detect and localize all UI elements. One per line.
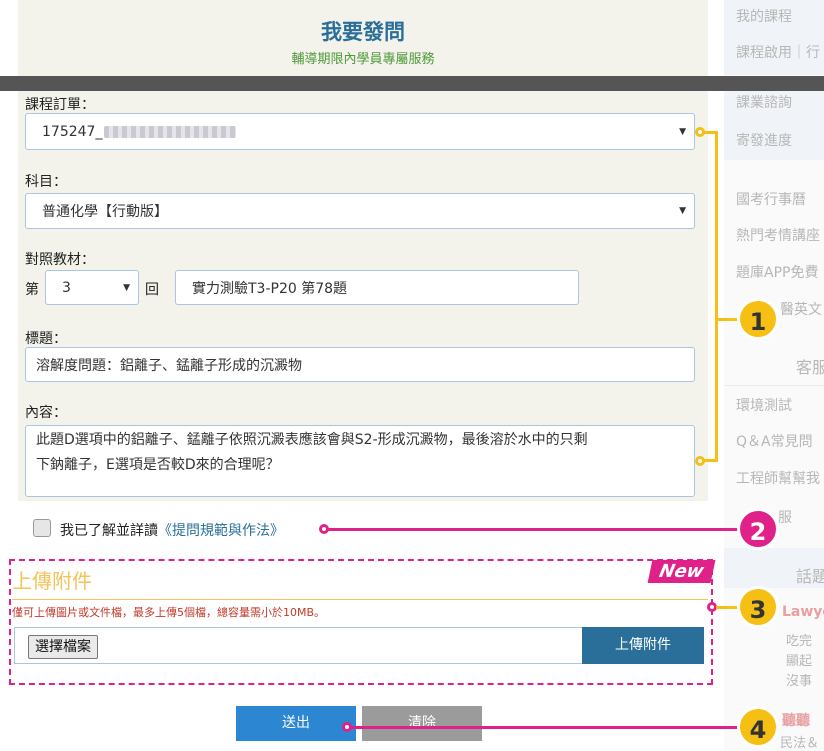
agree-text: 我已了解並詳讀 — [60, 523, 158, 539]
side-heading-service: 客服 — [796, 358, 824, 377]
callout-number-4: 4 — [737, 706, 779, 748]
callout-dot-1b — [695, 456, 705, 466]
divider-bar — [0, 76, 824, 91]
reference-input[interactable]: 實力測驗T3-P20 第78題 — [175, 270, 579, 305]
order-redacted — [104, 125, 237, 138]
callout-bracket-1 — [700, 131, 718, 462]
content-label: 內容： — [25, 405, 67, 421]
rules-link[interactable]: 《提問規範與作法》 — [158, 523, 284, 539]
content-line-2: 下鈉離子，E選項是否較D來的合理呢？ — [36, 457, 280, 473]
chevron-down-icon: ▼ — [679, 126, 686, 137]
upload-button[interactable]: 上傳附件 — [582, 627, 704, 664]
callout-line-4 — [351, 726, 740, 729]
content-line-1: 此題D選項中的鋁離子、錳離子依照沉澱表應該會與S2-形成沉澱物，最後溶於水中的只… — [36, 432, 588, 448]
title-input-value: 溶解度問題：鋁離子、錳離子形成的沉澱物 — [36, 357, 302, 374]
side-item-course-activate[interactable]: 課程啟用｜行 — [736, 42, 820, 62]
order-select-value: 175247_ — [42, 123, 103, 140]
page-title: 我要發問 — [321, 20, 405, 44]
choose-file-button[interactable]: 選擇檔案 — [28, 635, 98, 659]
subject-select-value: 普通化學【行動版】 — [42, 204, 168, 220]
upload-title: 上傳附件 — [12, 569, 92, 593]
side-item-engineer[interactable]: 工程師幫幫我 — [736, 468, 820, 488]
clear-button[interactable]: 清除 — [362, 706, 482, 741]
side-item-lawyer[interactable]: Lawye — [782, 604, 824, 620]
chevron-down-icon: ▼ — [123, 282, 130, 293]
side-item-line2: 顯起 — [786, 654, 813, 669]
callout-number-1: 1 — [737, 298, 779, 340]
callout-number-3: 3 — [737, 586, 779, 628]
subject-select[interactable]: 普通化學【行動版】 ▼ — [25, 193, 695, 229]
side-item-app[interactable]: 題庫APP免費 — [736, 262, 818, 282]
order-label: 課程訂單： — [25, 97, 95, 113]
chapter-select[interactable]: 3 ▼ — [45, 270, 139, 305]
page-subtitle: 輔導期限內學員專屬服務 — [291, 52, 435, 67]
side-menu: 我的課程 課程啟用｜行 課業諮詢 寄發進度 國考行事曆 熱門考情講座 題庫APP… — [724, 0, 824, 751]
callout-number-2: 2 — [737, 508, 779, 550]
callout-line-1 — [718, 318, 738, 321]
side-item-my-courses[interactable]: 我的課程 — [736, 6, 792, 26]
callout-dot-1a — [695, 127, 705, 137]
side-item-faq[interactable]: Q＆A常見問 — [736, 431, 813, 451]
side-item-english[interactable]: 醫英文 — [780, 299, 822, 319]
side-item-line3: 沒事 — [786, 674, 813, 689]
upload-note: 僅可上傳圖片或文件檔，最多上傳5個檔，總容量需小於10MB。 — [12, 606, 326, 619]
title-label: 標題： — [25, 331, 67, 347]
new-badge: New — [647, 560, 716, 583]
side-item-civil-law: 民法＆ — [780, 736, 820, 751]
side-item-progress[interactable]: 寄發進度 — [736, 130, 792, 150]
side-item-env-test[interactable]: 環境測試 — [736, 395, 792, 415]
side-item-listen[interactable]: 聽聽 — [782, 710, 810, 730]
material-prefix: 第 — [25, 282, 39, 298]
material-suffix: 回 — [145, 282, 159, 298]
side-heading-topics: 話題 — [796, 567, 824, 586]
subject-label: 科目： — [25, 174, 67, 190]
side-item-calendar[interactable]: 國考行事曆 — [736, 189, 806, 209]
callout-line-2 — [328, 528, 740, 531]
chevron-down-icon: ▼ — [679, 206, 686, 216]
side-item-line1: 吃完 — [786, 634, 813, 649]
upload-divider — [12, 599, 708, 600]
agree-checkbox[interactable] — [33, 519, 51, 537]
submit-button[interactable]: 送出 — [236, 706, 356, 741]
side-item-consult[interactable]: 課業諮詢 — [736, 92, 792, 112]
title-input[interactable]: 溶解度問題：鋁離子、錳離子形成的沉澱物 — [25, 347, 695, 382]
upload-section — [9, 559, 713, 685]
side-item-lectures[interactable]: 熱門考情講座 — [736, 225, 820, 245]
chapter-select-value: 3 — [62, 279, 71, 296]
reference-input-value: 實力測驗T3-P20 第78題 — [192, 280, 348, 297]
agree-label: 我已了解並詳讀《提問規範與作法》 — [60, 520, 284, 540]
order-select[interactable]: 175247_ ▼ — [25, 113, 695, 150]
material-label: 對照教材： — [25, 252, 95, 268]
side-item-service[interactable]: 服 — [778, 507, 792, 527]
content-textarea[interactable]: 此題D選項中的鋁離子、錳離子依照沉澱表應該會與S2-形成沉澱物，最後溶於水中的只… — [25, 425, 695, 497]
